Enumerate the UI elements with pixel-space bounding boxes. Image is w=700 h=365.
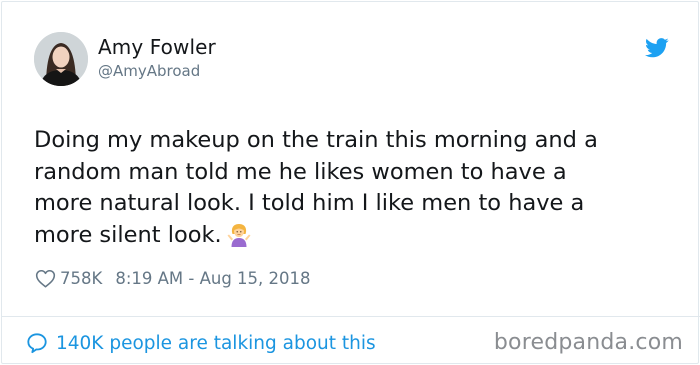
heart-icon[interactable]: [35, 269, 56, 288]
speech-bubble-icon: [27, 333, 47, 354]
tweet-card: Amy Fowler @AmyAbroad Doing my makeup on…: [1, 1, 700, 364]
talking-text[interactable]: 140K people are talking about this: [56, 333, 376, 354]
like-count[interactable]: 758K: [60, 269, 102, 288]
tweet-text: Doing my makeup on the train this mornin…: [34, 125, 664, 251]
talking-link[interactable]: 140K people are talking about this: [26, 330, 376, 356]
tweet-line: more natural look. I told him I like men…: [34, 190, 585, 216]
divider: [2, 316, 700, 317]
tweet-line: random man told me he likes women to hav…: [34, 158, 567, 185]
twitter-bird-icon[interactable]: [645, 38, 669, 58]
watermark: boredpanda.com: [493, 330, 683, 355]
tweet-meta: 758K 8:19 AM - Aug 15, 2018: [35, 266, 311, 290]
tweet-line: Doing my makeup on the train this mornin…: [34, 127, 598, 153]
avatar-photo: [34, 32, 88, 86]
avatar[interactable]: [34, 32, 88, 86]
tweet-line-last: more silent look.: [34, 220, 664, 252]
timestamp[interactable]: 8:19 AM - Aug 15, 2018: [115, 269, 310, 288]
tweet-line: more silent look.: [34, 221, 222, 248]
woman-shrugging-emoji-icon: [227, 223, 251, 247]
author-name[interactable]: Amy Fowler: [98, 35, 216, 59]
author-handle[interactable]: @AmyAbroad: [98, 62, 200, 80]
